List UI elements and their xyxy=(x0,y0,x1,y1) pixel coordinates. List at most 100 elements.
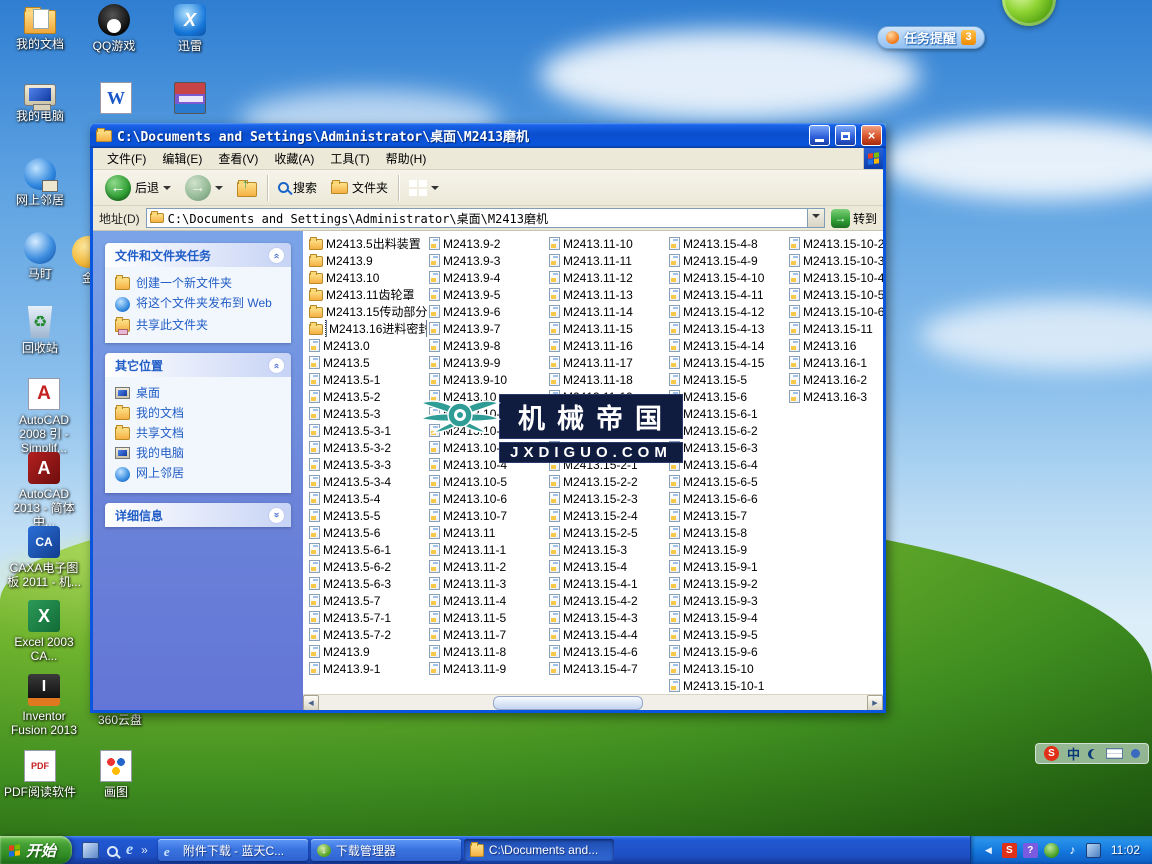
file-item[interactable]: M2413.15-4-4 xyxy=(547,626,667,643)
file-item[interactable]: M2413.11-16 xyxy=(547,337,667,354)
file-item[interactable]: M2413.11-10 xyxy=(547,235,667,252)
file-item[interactable]: M2413.10-7 xyxy=(427,507,547,524)
file-item[interactable]: M2413.15-6-2 xyxy=(667,422,787,439)
messenger-tray-icon[interactable]: ? xyxy=(1023,843,1038,858)
desktop-icon-qq[interactable]: QQ游戏 xyxy=(74,4,154,53)
forward-dropdown-icon[interactable] xyxy=(215,186,223,194)
address-dropdown-button[interactable] xyxy=(807,209,824,227)
file-item[interactable]: M2413.10-5 xyxy=(427,473,547,490)
file-item[interactable]: M2413.16-1 xyxy=(787,354,883,371)
file-tasks-header[interactable]: 文件和文件夹任务 « xyxy=(105,243,291,267)
volume-icon[interactable]: ♪ xyxy=(1065,843,1080,858)
file-item[interactable]: M2413.9-4 xyxy=(427,269,547,286)
file-item[interactable]: M2413.15-4-10 xyxy=(667,269,787,286)
file-item[interactable]: M2413.15-4-13 xyxy=(667,320,787,337)
desktop-icon-word[interactable] xyxy=(76,82,156,117)
file-item[interactable]: M2413.15-6 xyxy=(667,388,787,405)
views-button[interactable] xyxy=(405,178,443,198)
title-bar[interactable]: C:\Documents and Settings\Administrator\… xyxy=(90,123,886,148)
desktop-icon-acad2[interactable]: AutoCAD 2013 - 简体中... xyxy=(4,452,84,529)
file-item[interactable]: M2413.15-4-14 xyxy=(667,337,787,354)
desktop-icon-excel[interactable]: Excel 2003 CA... xyxy=(4,600,84,663)
menu-item[interactable]: 收藏(A) xyxy=(266,147,322,170)
sidebar-item[interactable]: 我的电脑 xyxy=(115,443,285,463)
file-item[interactable]: M2413.15-4-8 xyxy=(667,235,787,252)
collapse-chevron-icon[interactable]: « xyxy=(268,357,285,374)
go-button[interactable]: → 转到 xyxy=(831,209,877,228)
file-item[interactable]: M2413.11-12 xyxy=(547,269,667,286)
maximize-button[interactable] xyxy=(835,125,856,146)
ime-fullwidth-icon[interactable] xyxy=(1088,749,1098,759)
file-item[interactable]: M2413.15-2-4 xyxy=(547,507,667,524)
close-button[interactable]: × xyxy=(861,125,882,146)
collapse-chevron-icon[interactable]: « xyxy=(268,247,285,264)
network-tray-icon[interactable] xyxy=(1086,843,1101,858)
file-item[interactable]: M2413.15-2-5 xyxy=(547,524,667,541)
ime-settings-icon[interactable] xyxy=(1131,749,1140,758)
file-item[interactable]: M2413.15-6-3 xyxy=(667,439,787,456)
ime-mode-chinese[interactable]: 中 xyxy=(1067,744,1080,763)
file-item[interactable]: M2413.15-4-3 xyxy=(547,609,667,626)
security-tray-icon[interactable] xyxy=(1044,843,1059,858)
file-item[interactable]: M2413.15-9-6 xyxy=(667,643,787,660)
show-desktop-icon[interactable] xyxy=(82,842,99,859)
file-item[interactable]: M2413.15-4-11 xyxy=(667,286,787,303)
file-item[interactable]: M2413.15-10 xyxy=(667,660,787,677)
file-item[interactable]: M2413.15-6-5 xyxy=(667,473,787,490)
file-item[interactable]: M2413.15-9-3 xyxy=(667,592,787,609)
file-item[interactable]: M2413.15-4-7 xyxy=(547,660,667,677)
desktop-icon-caxa[interactable]: CAXA电子图板 2011 - 机... xyxy=(4,526,84,589)
menu-item[interactable]: 帮助(H) xyxy=(378,147,435,170)
file-item[interactable]: M2413.5-2 xyxy=(307,388,427,405)
file-item[interactable]: M2413.11-1 xyxy=(427,541,547,558)
desktop-icon-computer[interactable]: 我的电脑 xyxy=(0,82,80,123)
file-item[interactable]: M2413.10-6 xyxy=(427,490,547,507)
file-item[interactable]: M2413.9 xyxy=(307,643,427,660)
file-item[interactable]: M2413.5-6-3 xyxy=(307,575,427,592)
file-item[interactable]: M2413.15-6-6 xyxy=(667,490,787,507)
sidebar-item[interactable]: 共享此文件夹 xyxy=(115,315,285,335)
desktop-icon-thunder[interactable]: 迅雷 xyxy=(150,4,230,53)
file-item[interactable]: M2413.9-8 xyxy=(427,337,547,354)
file-item[interactable]: M2413.15-5 xyxy=(667,371,787,388)
scroll-right-button[interactable]: ▶ xyxy=(867,695,883,710)
file-item[interactable]: M2413.5-7-1 xyxy=(307,609,427,626)
hide-tray-icons-button[interactable]: ◀ xyxy=(981,843,996,858)
file-item[interactable]: M2413.15-4-1 xyxy=(547,575,667,592)
search-button[interactable]: 搜索 xyxy=(274,177,321,198)
up-button[interactable]: ↑ xyxy=(233,177,261,199)
file-item[interactable]: M2413.11-4 xyxy=(427,592,547,609)
file-item[interactable]: M2413.5-3-2 xyxy=(307,439,427,456)
file-item[interactable]: M2413.10 xyxy=(307,269,427,286)
ime-keyboard-icon[interactable] xyxy=(1106,748,1123,759)
file-item[interactable]: M2413.15-6-1 xyxy=(667,405,787,422)
desktop-icon-pdf[interactable]: PDF阅读软件 xyxy=(0,750,80,799)
file-item[interactable]: M2413.11-2 xyxy=(427,558,547,575)
back-dropdown-icon[interactable] xyxy=(163,186,171,194)
file-item[interactable]: M2413.15-3 xyxy=(547,541,667,558)
file-item[interactable]: M2413.15-9-4 xyxy=(667,609,787,626)
file-item[interactable]: M2413.11-11 xyxy=(547,252,667,269)
file-item[interactable]: M2413.9-9 xyxy=(427,354,547,371)
file-item[interactable]: M2413.16-3 xyxy=(787,388,883,405)
file-item[interactable]: M2413.15-8 xyxy=(667,524,787,541)
file-item[interactable]: M2413.11 xyxy=(427,524,547,541)
file-item[interactable]: M2413.5出料装置 xyxy=(307,235,427,252)
search-quicklaunch-icon[interactable] xyxy=(107,846,118,857)
file-item[interactable]: M2413.9-1 xyxy=(307,660,427,677)
forward-button[interactable]: → xyxy=(181,173,227,203)
file-item[interactable]: M2413.15-4-12 xyxy=(667,303,787,320)
file-item[interactable]: M2413.5 xyxy=(307,354,427,371)
desktop-icon-inventor[interactable]: Inventor Fusion 2013 xyxy=(4,674,84,737)
sogou-tray-icon[interactable]: S xyxy=(1002,843,1017,858)
file-item[interactable]: M2413.15-2-2 xyxy=(547,473,667,490)
file-item[interactable]: M2413.5-6 xyxy=(307,524,427,541)
file-item[interactable]: M2413.16进料密封 xyxy=(307,320,427,337)
horizontal-scrollbar[interactable]: ◀ ▶ xyxy=(303,694,883,710)
file-item[interactable]: M2413.11-14 xyxy=(547,303,667,320)
file-item[interactable]: M2413.15-10-5 xyxy=(787,286,883,303)
sidebar-item[interactable]: 网上邻居 xyxy=(115,463,285,485)
desktop-icon-mydocs[interactable]: 我的文档 xyxy=(0,4,80,51)
scrollbar-thumb[interactable] xyxy=(493,696,643,710)
file-item[interactable]: M2413.11-17 xyxy=(547,354,667,371)
